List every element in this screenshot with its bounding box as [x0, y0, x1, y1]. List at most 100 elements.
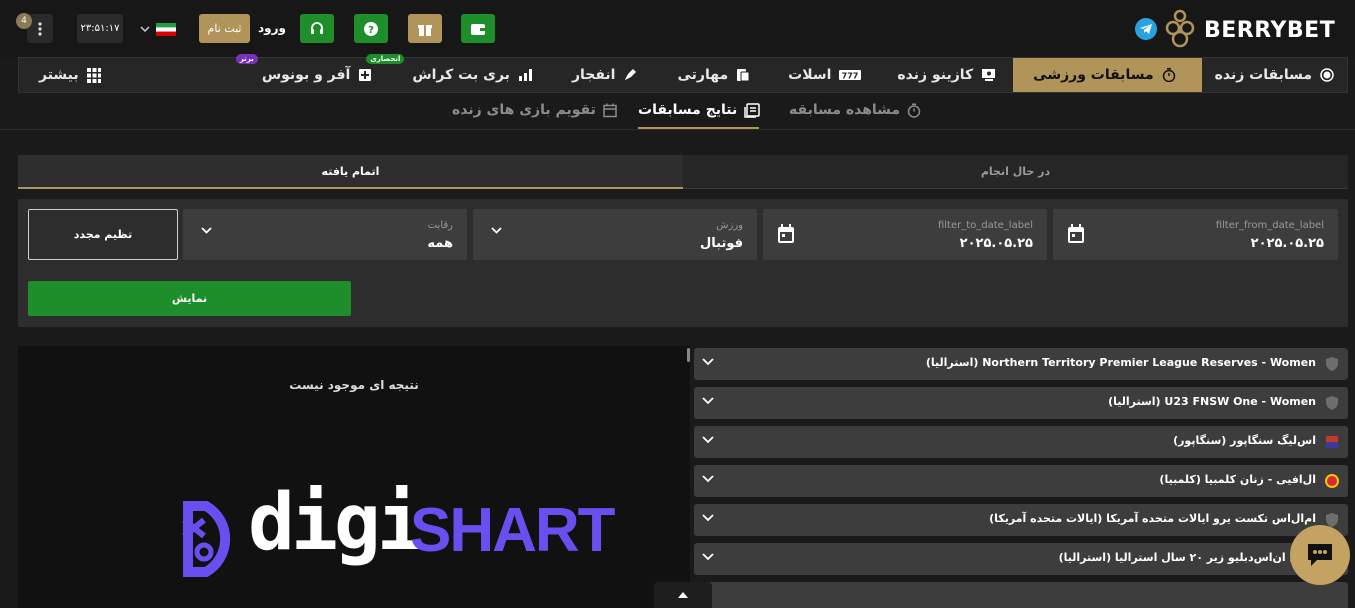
nav-item-crash[interactable]: بری بت کراش انحصاری: [366, 54, 552, 92]
chevron-down-icon: [702, 436, 714, 444]
tab-label: مشاهده مسابقه: [789, 102, 901, 118]
nav-item-live[interactable]: مسابقات زنده: [1202, 58, 1347, 92]
shield-icon: [1326, 357, 1338, 371]
status-tabs: اتمام یافته در حال انجام: [18, 155, 1348, 189]
nav-item-label: اسلات: [788, 67, 832, 83]
gift-button[interactable]: [408, 14, 442, 43]
watermark-digi: digi: [248, 478, 424, 568]
clock: ۲۳:۵۱:۱۷: [77, 14, 123, 43]
league-accordion[interactable]: ال‌افیی - زنان کلمبیا (کلمبیا): [694, 465, 1348, 497]
sport-select[interactable]: ورزش فوتبال: [473, 209, 757, 260]
telegram-icon: [1140, 24, 1152, 34]
league-accordion-partial[interactable]: [694, 582, 1348, 608]
wallet-icon: [471, 23, 485, 35]
register-button[interactable]: ثبت نام: [199, 14, 250, 43]
filter-panel: filter_from_date_label ۲۰۲۵.۰۵.۲۵ filter…: [18, 199, 1348, 327]
chevron-down-icon: [491, 227, 502, 234]
from-date-label: filter_from_date_label: [1215, 220, 1324, 231]
empty-results-text: نتیجه ای موجود نیست: [289, 378, 419, 392]
brand-name: BERRYBET: [1204, 18, 1336, 43]
league-accordion[interactable]: Northern Territory Premier League Reserv…: [694, 348, 1348, 380]
crash-chart-icon: [518, 68, 532, 82]
caret-up-icon: [678, 592, 688, 598]
casino-icon: [981, 68, 996, 82]
tab-label: نتایج مسابقات: [638, 102, 738, 118]
telegram-button[interactable]: [1135, 18, 1157, 40]
shield-icon: [1326, 396, 1338, 410]
chevron-down-icon: [201, 227, 212, 234]
nav-item-label: انفجار: [571, 67, 616, 83]
league-name: Northern Territory Premier League Reserv…: [925, 356, 1316, 369]
tab-finished[interactable]: اتمام یافته: [18, 155, 683, 189]
nav-item-label: مسابقات ورزشی: [1033, 67, 1154, 83]
digishart-logo-icon: [182, 501, 231, 577]
nav-item-sports[interactable]: مسابقات ورزشی: [1013, 58, 1202, 92]
nav-item-slots[interactable]: 777 اسلات: [770, 58, 879, 92]
grid-icon: [86, 67, 101, 83]
active-tab-underline: [638, 127, 759, 129]
tab-results[interactable]: نتایج مسابقات: [638, 102, 761, 118]
sub-nav: مشاهده مسابقه نتایج مسابقات تقویم بازی ه…: [0, 94, 1355, 130]
svg-text:777: 777: [842, 72, 859, 81]
main-nav: مسابقات زنده مسابقات ورزشی کازینو زنده 7…: [18, 54, 1348, 93]
top-bar: 4 ۲۳:۵۱:۱۷ ثبت نام ورود ? BERRYBET: [0, 0, 1355, 57]
gift-icon: [418, 24, 432, 36]
live-circle-icon: [1320, 68, 1334, 82]
nav-item-more[interactable]: بیشتر: [19, 58, 121, 92]
scroll-up-button[interactable]: [654, 582, 712, 608]
tab-in-progress[interactable]: در حال انجام: [683, 155, 1348, 189]
league-accordion[interactable]: ام‌ال‌اس تکست یرو ایالات متحده آمریکا (ا…: [694, 504, 1348, 536]
kebab-menu-icon: [38, 21, 42, 36]
show-button[interactable]: نمایش: [28, 281, 351, 316]
stopwatch-icon: [1162, 68, 1176, 82]
berrybet-logo-icon: [1165, 9, 1195, 48]
league-name: ام‌ال‌اس تکست یرو ایالات متحده آمریکا (ا…: [989, 512, 1316, 525]
reset-button[interactable]: تظیم مجدد: [28, 209, 178, 260]
wallet-button[interactable]: [461, 14, 495, 43]
chevron-down-icon: [140, 26, 150, 32]
to-date-value: ۲۰۲۵.۰۵.۲۵: [959, 236, 1033, 251]
league-name: ان‌ال ان‌اس‌دبلیو زیر ۲۰ سال استرالیا (ا…: [1058, 551, 1316, 564]
chevron-down-icon: [702, 553, 714, 561]
competition-value: همه: [427, 236, 453, 251]
results-list-icon: [744, 102, 761, 118]
league-accordion[interactable]: U23 FNSW One - Women (استرالیا): [694, 387, 1348, 419]
from-date-value: ۲۰۲۵.۰۵.۲۵: [1250, 236, 1324, 251]
support-button[interactable]: [300, 14, 334, 43]
tab-live-calendar[interactable]: تقویم بازی های زنده: [452, 102, 617, 118]
help-button[interactable]: ?: [354, 14, 388, 43]
nav-item-label: مسابقات زنده: [1214, 67, 1312, 83]
notification-count-badge: 4: [16, 13, 32, 29]
results-scrollbar[interactable]: [687, 348, 690, 362]
nav-item-label: کازینو زنده: [897, 67, 974, 83]
from-date-field[interactable]: filter_from_date_label ۲۰۲۵.۰۵.۲۵: [1053, 209, 1338, 260]
watermark-shart: SHART: [410, 496, 616, 565]
calendar-icon[interactable]: [1067, 224, 1085, 244]
league-accordion[interactable]: اس‌لیگ سنگاپور (سنگاپور): [694, 426, 1348, 458]
nav-item-skill[interactable]: مهارتی: [657, 58, 770, 92]
to-date-field[interactable]: filter_to_date_label ۲۰۲۵.۰۵.۲۵: [763, 209, 1047, 260]
chevron-down-icon: [702, 358, 714, 366]
sport-value: فوتبال: [699, 236, 743, 251]
nav-item-explosion[interactable]: انفجار: [552, 58, 658, 92]
language-selector[interactable]: [140, 20, 180, 38]
nav-item-label: بیشتر: [39, 67, 79, 83]
svg-text:?: ?: [368, 25, 374, 36]
iran-flag-icon: [156, 22, 176, 36]
chevron-down-icon: [702, 475, 714, 483]
league-logo-icon: [1326, 436, 1338, 448]
sport-label: ورزش: [716, 220, 743, 231]
nav-item-bonus[interactable]: آفر و بونوس برتر: [235, 54, 393, 92]
slot-icon: 777: [839, 68, 862, 82]
login-link[interactable]: ورود: [258, 21, 286, 35]
nav-item-live-casino[interactable]: کازینو زنده: [879, 58, 1013, 92]
to-date-label: filter_to_date_label: [937, 220, 1033, 231]
league-accordion[interactable]: ان‌ال ان‌اس‌دبلیو زیر ۲۰ سال استرالیا (ا…: [694, 543, 1348, 575]
tab-watch-match[interactable]: مشاهده مسابقه: [789, 102, 921, 118]
competition-select[interactable]: رقابت همه: [183, 209, 467, 260]
calendar-icon[interactable]: [777, 224, 795, 244]
chat-widget-button[interactable]: [1290, 525, 1350, 585]
results-panel: نتیجه ای موجود نیست digi SHART: [18, 346, 690, 608]
nav-item-label: مهارتی: [677, 67, 729, 83]
chevron-down-icon: [702, 514, 714, 522]
